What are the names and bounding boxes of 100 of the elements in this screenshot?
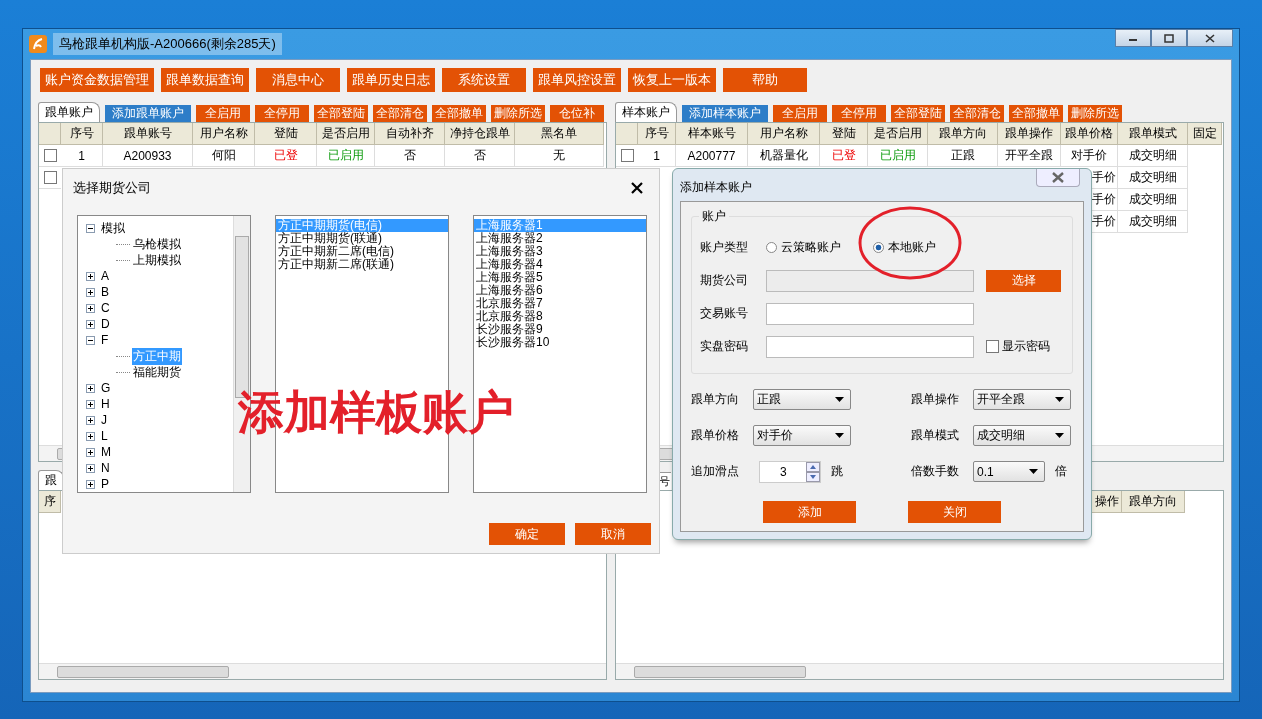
- dropdown[interactable]: 正跟: [753, 389, 851, 410]
- action-button[interactable]: 全启用: [196, 105, 250, 122]
- spin-box[interactable]: 3: [759, 460, 821, 483]
- table-cell: A200933: [103, 145, 193, 167]
- field-label: 实盘密码: [700, 338, 749, 355]
- list-item[interactable]: 上海服务器4: [474, 258, 646, 271]
- tree-item[interactable]: 乌枪模拟: [132, 235, 182, 253]
- list-item[interactable]: 长沙服务器9: [474, 323, 646, 336]
- tree-item[interactable]: A: [100, 269, 110, 283]
- close-button[interactable]: [1187, 29, 1233, 47]
- row-checkbox[interactable]: [43, 149, 57, 162]
- list-item[interactable]: 北京服务器7: [474, 297, 646, 310]
- close-icon[interactable]: [631, 182, 643, 194]
- toolbar-button[interactable]: 系统设置: [442, 68, 526, 92]
- toolbar-button[interactable]: 跟单数据查询: [161, 68, 249, 92]
- toolbar-button[interactable]: 账户资金数据管理: [40, 68, 154, 92]
- tree-item[interactable]: J: [100, 413, 108, 427]
- tree-item[interactable]: 福能期货: [132, 363, 182, 381]
- row-checkbox[interactable]: [620, 149, 634, 162]
- action-button[interactable]: 全部登陆: [891, 105, 946, 122]
- action-button[interactable]: 删除所选: [1068, 105, 1123, 122]
- expander-icon[interactable]: [86, 447, 95, 457]
- action-button[interactable]: 删除所选: [491, 105, 545, 122]
- tab[interactable]: 样本账户: [615, 102, 678, 122]
- tree-item[interactable]: B: [100, 285, 110, 299]
- spin-arrows-icon[interactable]: [806, 461, 820, 482]
- radio-button[interactable]: [766, 242, 777, 253]
- expander-icon[interactable]: [86, 319, 95, 329]
- expander-icon[interactable]: [86, 383, 95, 393]
- dropdown[interactable]: 对手价: [753, 425, 851, 446]
- dialog-button[interactable]: 关闭: [908, 501, 1001, 523]
- radio-option[interactable]: 云策略账户: [766, 239, 841, 256]
- checkbox[interactable]: [986, 340, 999, 353]
- checkbox-option[interactable]: 显示密码: [986, 338, 1050, 355]
- toolbar-button[interactable]: 恢复上一版本: [628, 68, 716, 92]
- action-button[interactable]: 全启用: [773, 105, 828, 122]
- toolbar-button[interactable]: 跟单历史日志: [347, 68, 435, 92]
- dialog-button[interactable]: 添加: [763, 501, 856, 523]
- action-button[interactable]: 全部撤单: [432, 105, 486, 122]
- action-button[interactable]: 全部登陆: [314, 105, 368, 122]
- toolbar-button[interactable]: 帮助: [723, 68, 807, 92]
- expander-icon[interactable]: [86, 463, 95, 473]
- maximize-button[interactable]: [1151, 29, 1187, 47]
- dropdown[interactable]: 开平全跟: [973, 389, 1071, 410]
- dialog-button[interactable]: 取消: [575, 523, 651, 545]
- radio-option[interactable]: 本地账户: [873, 239, 936, 256]
- dropdown[interactable]: 成交明细: [973, 425, 1071, 446]
- action-button[interactable]: 全部清仓: [373, 105, 427, 122]
- expander-icon[interactable]: [86, 415, 95, 425]
- tree-item[interactable]: L: [100, 429, 109, 443]
- input-field[interactable]: [766, 302, 974, 325]
- horizontal-scrollbar[interactable]: [39, 663, 607, 679]
- action-button[interactable]: 全部撤单: [1009, 105, 1064, 122]
- list-item[interactable]: 方正中期新二席(电信): [276, 245, 448, 258]
- expander-icon[interactable]: [86, 271, 95, 281]
- expander-icon[interactable]: [86, 303, 95, 313]
- tree-item[interactable]: P: [100, 477, 110, 491]
- action-button[interactable]: 全停用: [832, 105, 887, 122]
- toolbar-button[interactable]: 跟单风控设置: [533, 68, 621, 92]
- expander-icon[interactable]: [86, 399, 95, 409]
- list-item[interactable]: 上海服务器6: [474, 284, 646, 297]
- tree-item[interactable]: H: [100, 397, 111, 411]
- tree-item[interactable]: C: [100, 301, 111, 315]
- close-button[interactable]: [1036, 169, 1080, 187]
- expander-icon[interactable]: [86, 287, 95, 297]
- list-item[interactable]: 上海服务器5: [474, 271, 646, 284]
- tree-item[interactable]: 上期模拟: [132, 251, 182, 269]
- list-item[interactable]: 上海服务器2: [474, 232, 646, 245]
- horizontal-scrollbar[interactable]: [616, 663, 1223, 679]
- header-cell: 净持仓跟单: [445, 123, 515, 145]
- tab[interactable]: 跟: [38, 470, 64, 490]
- input-field[interactable]: [766, 335, 974, 358]
- row-checkbox[interactable]: [43, 171, 57, 184]
- action-button[interactable]: 添加样本账户: [682, 105, 769, 122]
- action-button[interactable]: 添加跟单账户: [105, 105, 191, 122]
- tree-item[interactable]: G: [100, 381, 112, 395]
- expander-icon[interactable]: [86, 335, 95, 345]
- radio-button[interactable]: [873, 242, 884, 253]
- tree-item[interactable]: 模拟: [100, 219, 126, 237]
- list-item[interactable]: 方正中期新二席(联通): [276, 258, 448, 271]
- list-item[interactable]: 北京服务器8: [474, 310, 646, 323]
- action-button[interactable]: 全停用: [255, 105, 309, 122]
- list-item[interactable]: 上海服务器3: [474, 245, 646, 258]
- dropdown[interactable]: 0.1: [973, 461, 1045, 482]
- tab[interactable]: 跟单账户: [38, 102, 100, 122]
- list-item[interactable]: 方正中期期货(联通): [276, 232, 448, 245]
- expander-icon[interactable]: [86, 431, 95, 441]
- tree-item[interactable]: M: [100, 445, 112, 459]
- action-button[interactable]: 全部清仓: [950, 105, 1005, 122]
- action-button[interactable]: 仓位补: [550, 105, 604, 122]
- dialog-button[interactable]: 确定: [489, 523, 565, 545]
- minimize-button[interactable]: [1115, 29, 1151, 47]
- toolbar-button[interactable]: 消息中心: [256, 68, 340, 92]
- choose-button[interactable]: 选择: [986, 269, 1061, 292]
- list-item[interactable]: 长沙服务器10: [474, 336, 646, 349]
- expander-icon[interactable]: [86, 223, 95, 233]
- tree-item[interactable]: N: [100, 461, 111, 475]
- tree-item[interactable]: F: [100, 333, 110, 347]
- expander-icon[interactable]: [86, 479, 95, 489]
- tree-item[interactable]: D: [100, 317, 111, 331]
